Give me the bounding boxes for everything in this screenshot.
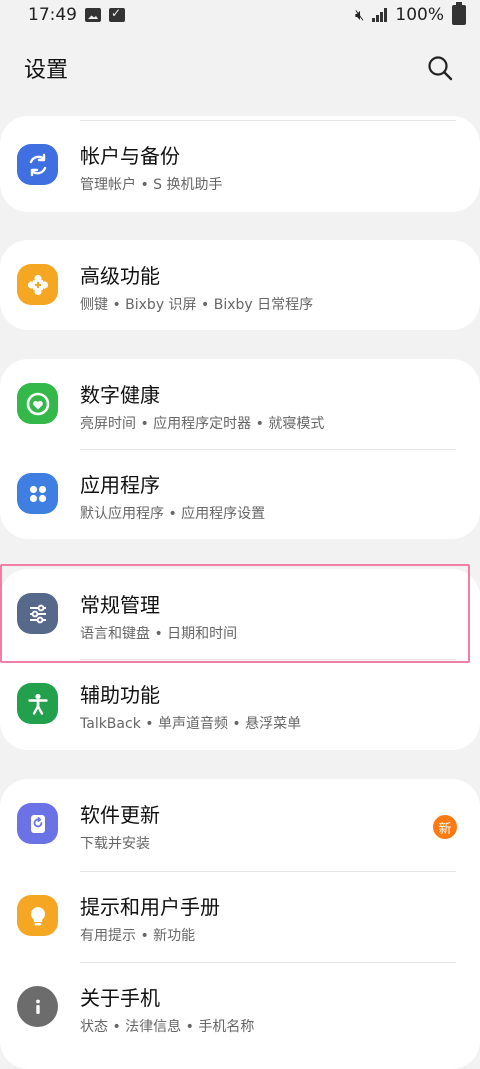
settings-card-update-tips-about: 软件更新 下载并安装 新 提示和用户手册 有用提示 • 新功能 关于手机 状态 … <box>0 779 480 1069</box>
settings-item-title: 辅助功能 <box>80 683 160 707</box>
info-icon <box>17 986 58 1027</box>
settings-item-tips-manual[interactable]: 提示和用户手册 有用提示 • 新功能 <box>0 871 480 961</box>
accessibility-person-icon <box>17 683 58 724</box>
settings-item-advanced-features[interactable]: 高级功能 侧键 • Bixby 识屏 • Bixby 日常程序 <box>0 240 480 330</box>
status-bar: 17:49 🔇︎ 100% <box>0 0 480 30</box>
settings-card-wellbeing-apps: 数字健康 亮屏时间 • 应用程序定时器 • 就寝模式 应用程序 默认应用程序 •… <box>0 359 480 539</box>
wellbeing-heart-icon <box>17 383 58 424</box>
status-time: 17:49 <box>28 5 77 25</box>
checkbox-notification-icon <box>109 6 125 22</box>
settings-item-title: 应用程序 <box>80 473 160 497</box>
battery-icon <box>452 2 466 25</box>
settings-item-subtitle: 默认应用程序 • 应用程序设置 <box>80 506 266 522</box>
settings-item-accounts[interactable]: 帐户与备份 管理帐户 • S 换机助手 <box>0 120 480 210</box>
settings-item-title: 提示和用户手册 <box>80 895 220 919</box>
mute-icon: 🔇︎ <box>354 6 365 24</box>
signal-icon <box>372 8 388 22</box>
settings-item-title: 帐户与备份 <box>80 144 180 168</box>
settings-card-accounts: 帐户与备份 管理帐户 • S 换机助手 <box>0 116 480 212</box>
settings-item-digital-wellbeing[interactable]: 数字健康 亮屏时间 • 应用程序定时器 • 就寝模式 <box>0 359 480 449</box>
search-icon <box>428 56 453 81</box>
settings-item-subtitle: TalkBack • 单声道音频 • 悬浮菜单 <box>80 716 302 732</box>
selection-highlight <box>0 564 470 663</box>
puzzle-icon <box>17 264 58 305</box>
settings-item-title: 关于手机 <box>80 986 160 1010</box>
settings-item-software-update[interactable]: 软件更新 下载并安装 新 <box>0 779 480 869</box>
settings-item-subtitle: 亮屏时间 • 应用程序定时器 • 就寝模式 <box>80 416 325 432</box>
status-bar-left: 17:49 <box>28 5 125 25</box>
battery-percent: 100% <box>395 5 444 25</box>
settings-item-title: 数字健康 <box>80 383 160 407</box>
page-title: 设置 <box>24 58 69 83</box>
sync-icon <box>17 144 58 185</box>
update-arrow-icon <box>17 803 58 844</box>
new-badge: 新 <box>433 815 457 839</box>
settings-item-apps[interactable]: 应用程序 默认应用程序 • 应用程序设置 <box>0 449 480 539</box>
settings-card-advanced: 高级功能 侧键 • Bixby 识屏 • Bixby 日常程序 <box>0 240 480 330</box>
app-header: 设置 <box>0 30 480 106</box>
settings-item-accessibility[interactable]: 辅助功能 TalkBack • 单声道音频 • 悬浮菜单 <box>0 659 480 749</box>
settings-item-subtitle: 下载并安装 <box>80 836 150 852</box>
settings-item-about-phone[interactable]: 关于手机 状态 • 法律信息 • 手机名称 <box>0 962 480 1052</box>
settings-item-subtitle: 有用提示 • 新功能 <box>80 928 196 944</box>
search-button[interactable] <box>420 48 460 88</box>
settings-item-title: 软件更新 <box>80 803 160 827</box>
status-bar-right: 🔇︎ 100% <box>354 2 466 25</box>
settings-item-subtitle: 状态 • 法律信息 • 手机名称 <box>80 1019 255 1035</box>
lightbulb-icon <box>17 895 58 936</box>
settings-item-subtitle: 管理帐户 • S 换机助手 <box>80 177 223 193</box>
settings-item-subtitle: 侧键 • Bixby 识屏 • Bixby 日常程序 <box>80 297 314 313</box>
settings-item-title: 高级功能 <box>80 264 160 288</box>
gallery-notification-icon <box>85 8 101 22</box>
apps-grid-icon <box>17 473 58 514</box>
